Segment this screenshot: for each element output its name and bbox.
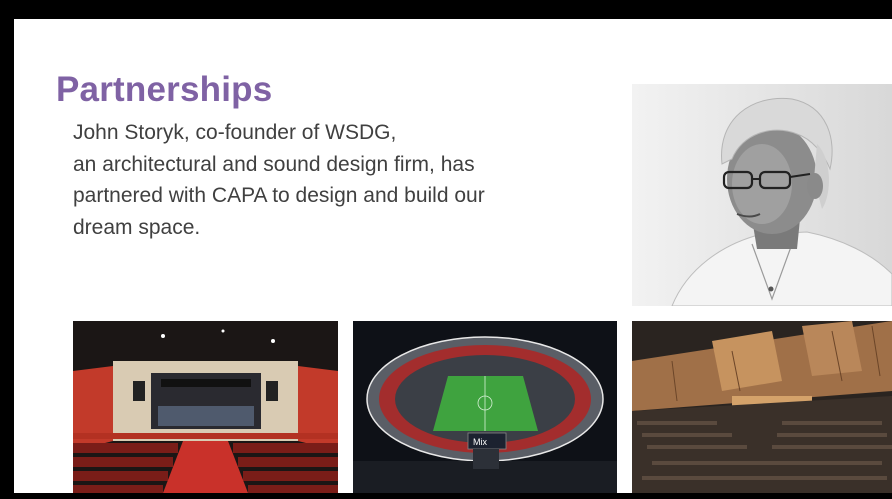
body-line: an architectural and sound design firm, …: [73, 152, 475, 176]
portrait-photo: [632, 84, 892, 306]
stadium-photo: Mix: [353, 321, 617, 493]
theater-photo: [73, 321, 338, 493]
body-line: dream space.: [73, 215, 201, 239]
presentation-slide: Partnerships John Storyk, co-founder of …: [14, 19, 892, 493]
svg-text:Mix: Mix: [473, 437, 487, 447]
body-line: partnered with CAPA to design and build …: [73, 184, 485, 207]
slide-title: Partnerships: [56, 70, 273, 109]
concert-hall-photo: [632, 321, 892, 493]
slide-body-text: John Storyk, co-founder of WSDG, an arch…: [73, 117, 573, 243]
body-line: John Storyk, co-founder of WSDG,: [73, 121, 397, 144]
